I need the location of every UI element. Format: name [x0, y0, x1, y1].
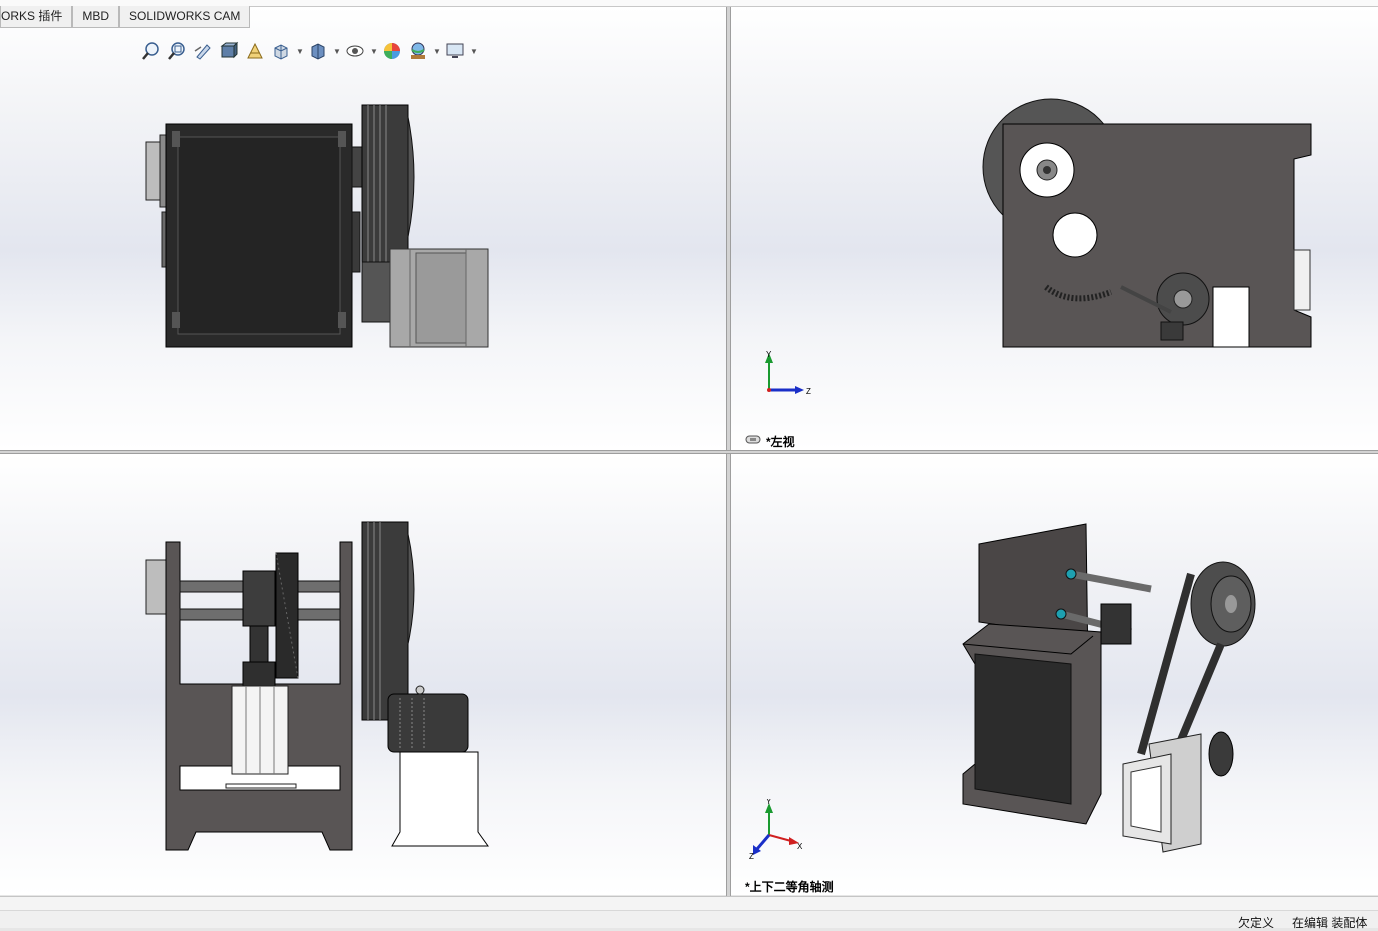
- apply-scene-icon[interactable]: [407, 40, 429, 62]
- view-label-left: *左视: [766, 435, 795, 449]
- dynamic-annotation-icon[interactable]: [244, 40, 266, 62]
- heads-up-view-toolbar: ▼ ▼ ▼ ▼ ▼: [140, 39, 478, 63]
- triad-z-label: Z: [806, 387, 811, 396]
- view-settings-icon[interactable]: [444, 40, 466, 62]
- status-bar-top-strip: [0, 897, 1378, 911]
- viewport-left[interactable]: Y Z *左视: [731, 7, 1378, 450]
- left-view-model: [982, 98, 1312, 348]
- tab-mbd[interactable]: MBD: [72, 6, 120, 28]
- zoom-to-fit-icon[interactable]: [140, 40, 162, 62]
- viewport-iso[interactable]: Y X Z *上下二等角轴测: [731, 454, 1378, 895]
- previous-view-icon[interactable]: [192, 40, 214, 62]
- section-view-model: [145, 521, 489, 851]
- viewport-splitter-horizontal[interactable]: [0, 450, 1378, 454]
- view-label-iso: *上下二等角轴测: [745, 880, 834, 894]
- display-style-dropdown-icon[interactable]: ▼: [333, 47, 341, 56]
- view-orientation-dropdown-icon[interactable]: ▼: [296, 47, 304, 56]
- view-settings-dropdown-icon[interactable]: ▼: [470, 47, 478, 56]
- coordinate-triad-iso: Y X Z: [749, 799, 803, 861]
- link-views-icon[interactable]: [745, 435, 761, 444]
- zoom-to-area-icon[interactable]: [166, 40, 188, 62]
- tab-solidworks-addins[interactable]: ORKS 插件: [0, 6, 73, 28]
- display-style-icon[interactable]: [307, 40, 329, 62]
- triad-iso-y-label: Y: [766, 799, 772, 806]
- triad-iso-z-label: Z: [749, 852, 754, 861]
- triad-iso-x-label: X: [797, 842, 803, 851]
- isometric-view-model: [962, 523, 1256, 853]
- status-underdefined: 欠定义: [1238, 916, 1275, 930]
- apply-scene-dropdown-icon[interactable]: ▼: [433, 47, 441, 56]
- hide-show-items-icon[interactable]: [344, 40, 366, 62]
- status-editing-assembly: 在编辑 装配体: [1292, 916, 1368, 930]
- hide-show-dropdown-icon[interactable]: ▼: [370, 47, 378, 56]
- viewport-bottom[interactable]: [0, 454, 726, 895]
- view-orientation-icon[interactable]: [270, 40, 292, 62]
- triad-y-label: Y: [766, 350, 772, 359]
- coordinate-triad: Y Z: [765, 350, 811, 396]
- command-manager-tabs: ORKS 插件 MBD SOLIDWORKS CAM: [0, 6, 251, 28]
- viewport-front[interactable]: ▼ ▼ ▼ ▼ ▼: [0, 7, 726, 450]
- status-bar: 欠定义 在编辑 装配体: [0, 896, 1378, 930]
- section-view-icon[interactable]: [218, 40, 240, 62]
- front-view-model: [145, 104, 489, 348]
- tab-solidworks-cam[interactable]: SOLIDWORKS CAM: [119, 6, 251, 28]
- edit-appearance-icon[interactable]: [381, 40, 403, 62]
